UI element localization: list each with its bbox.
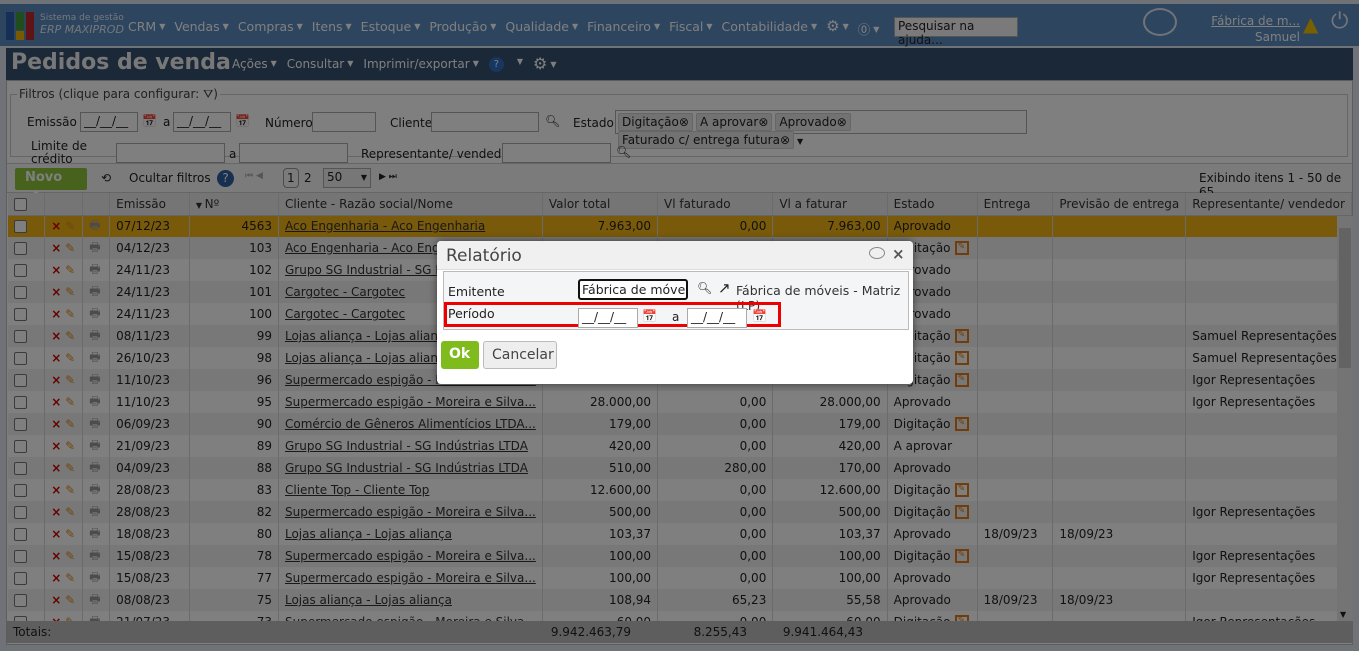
periodo-to-input[interactable]: __/__/__ — [687, 308, 747, 328]
external-link-icon[interactable]: ↗ — [718, 279, 731, 297]
close-icon[interactable]: × — [892, 245, 905, 263]
dialog-header: Relatório × — [437, 241, 913, 270]
cancel-button[interactable]: Cancelar — [483, 341, 557, 369]
ok-button[interactable]: Ok — [441, 341, 479, 369]
comment-icon[interactable] — [869, 247, 885, 259]
relatorio-dialog: Relatório × Emitente Fábrica de móveis -… — [437, 241, 913, 384]
emitente-input[interactable]: Fábrica de móveis - Matriz (LP) — [578, 279, 688, 300]
calendar-icon[interactable]: 📅 — [642, 309, 657, 323]
dialog-form: Emitente Fábrica de móveis - Matriz (LP)… — [443, 271, 909, 330]
emitente-label: Emitente — [448, 284, 505, 299]
calendar-icon[interactable]: 📅 — [752, 309, 767, 323]
a-label: a — [672, 310, 680, 324]
periodo-label: Período — [448, 306, 495, 321]
periodo-from-input[interactable]: __/__/__ — [578, 308, 638, 328]
search-icon[interactable]: 🔍︎ — [697, 281, 712, 295]
dialog-title: Relatório — [446, 246, 522, 266]
